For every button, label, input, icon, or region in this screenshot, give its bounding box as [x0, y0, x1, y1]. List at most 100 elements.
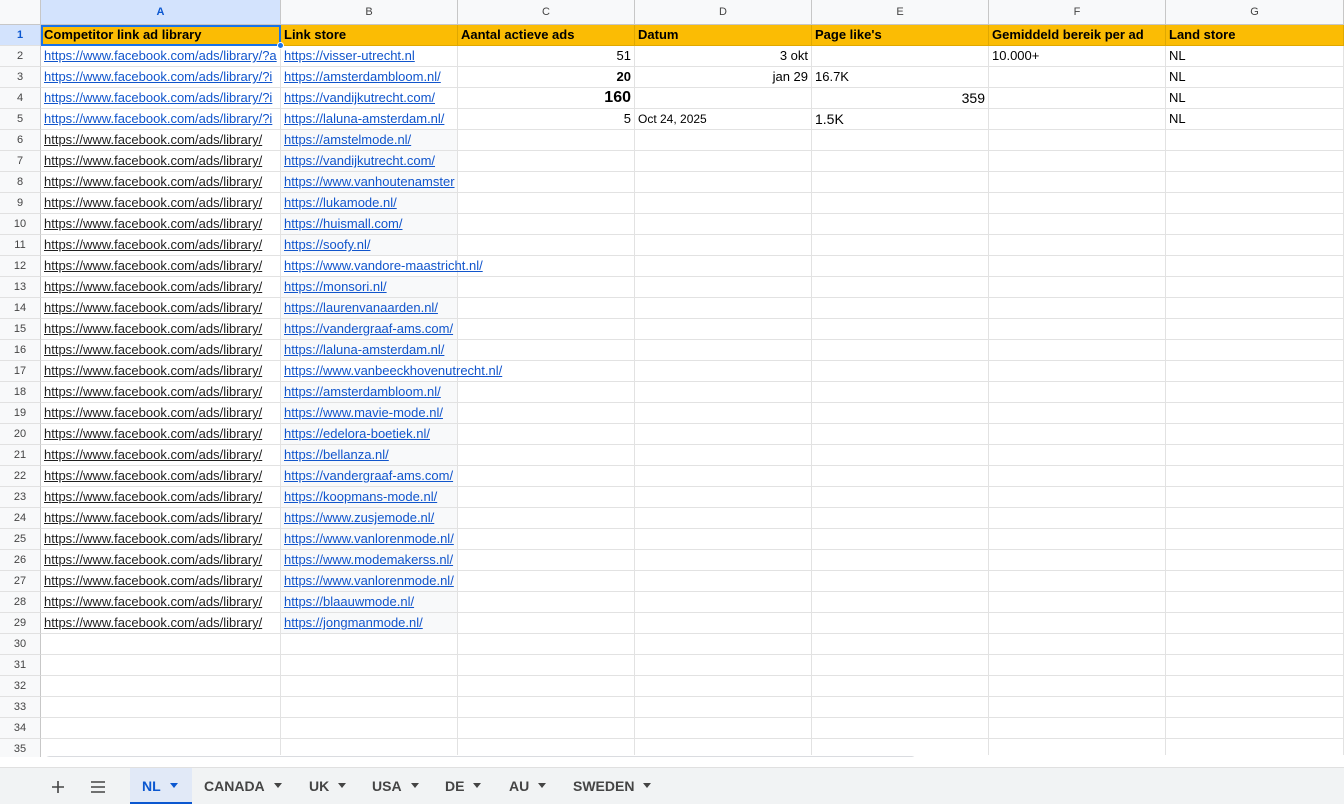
cell-store-link[interactable]: https://www.vanlorenmode.nl/	[281, 571, 458, 592]
empty-cell[interactable]	[989, 193, 1166, 214]
empty-cell[interactable]	[635, 403, 812, 424]
row-header[interactable]: 29	[0, 613, 41, 634]
row-header[interactable]: 21	[0, 445, 41, 466]
empty-cell[interactable]	[635, 151, 812, 172]
empty-cell[interactable]	[1166, 319, 1344, 340]
empty-cell[interactable]	[458, 235, 635, 256]
empty-cell[interactable]	[989, 718, 1166, 739]
cell-competitor-link[interactable]: https://www.facebook.com/ads/library/	[41, 277, 281, 298]
empty-cell[interactable]	[458, 445, 635, 466]
empty-cell[interactable]	[1166, 361, 1344, 382]
empty-cell[interactable]	[458, 151, 635, 172]
empty-cell[interactable]	[281, 718, 458, 739]
cell-land-store[interactable]: NL	[1166, 67, 1344, 88]
row-header[interactable]: 17	[0, 361, 41, 382]
empty-cell[interactable]	[458, 655, 635, 676]
column-header-b[interactable]: B	[281, 0, 458, 25]
empty-cell[interactable]	[41, 718, 281, 739]
empty-cell[interactable]	[458, 298, 635, 319]
empty-cell[interactable]	[1166, 487, 1344, 508]
row-header[interactable]: 33	[0, 697, 41, 718]
empty-cell[interactable]	[1166, 235, 1344, 256]
cell-page-likes[interactable]	[812, 46, 989, 67]
empty-cell[interactable]	[635, 298, 812, 319]
cell-store-link[interactable]: https://www.vandore-maastricht.nl/	[281, 256, 483, 277]
empty-cell[interactable]	[1166, 382, 1344, 403]
empty-cell[interactable]	[458, 676, 635, 697]
column-header-e[interactable]: E	[812, 0, 989, 25]
cell-store-link[interactable]: https://visser-utrecht.nl	[281, 46, 458, 67]
cell-active-ads[interactable]: 51	[458, 46, 635, 67]
empty-cell[interactable]	[812, 718, 989, 739]
empty-cell[interactable]	[812, 172, 989, 193]
sheet-tab-au[interactable]: AU	[497, 768, 559, 804]
empty-cell[interactable]	[989, 697, 1166, 718]
fill-handle[interactable]	[277, 42, 284, 49]
cell-competitor-link[interactable]: https://www.facebook.com/ads/library/	[41, 571, 281, 592]
cell-page-likes[interactable]: 359	[812, 88, 989, 109]
cell-competitor-link[interactable]: https://www.facebook.com/ads/library/?i	[41, 109, 281, 130]
cell-store-link[interactable]: https://soofy.nl/	[281, 235, 458, 256]
row-header[interactable]: 19	[0, 403, 41, 424]
cell-competitor-link[interactable]: https://www.facebook.com/ads/library/	[41, 151, 281, 172]
sheet-tab-usa[interactable]: USA	[360, 768, 430, 804]
empty-cell[interactable]	[458, 466, 635, 487]
cell-competitor-link[interactable]: https://www.facebook.com/ads/library/?i	[41, 67, 281, 88]
chevron-down-icon[interactable]	[273, 782, 282, 788]
empty-cell[interactable]	[989, 214, 1166, 235]
row-header[interactable]: 34	[0, 718, 41, 739]
empty-cell[interactable]	[635, 571, 812, 592]
empty-cell[interactable]	[1166, 634, 1344, 655]
empty-cell[interactable]	[281, 655, 458, 676]
empty-cell[interactable]	[1166, 697, 1344, 718]
empty-cell[interactable]	[635, 445, 812, 466]
cell-store-link[interactable]: https://vandijkutrecht.com/	[281, 151, 458, 172]
empty-cell[interactable]	[1166, 403, 1344, 424]
chevron-down-icon[interactable]	[410, 782, 419, 788]
cell-bereik[interactable]: 10.000+	[989, 46, 1166, 67]
empty-cell[interactable]	[1166, 655, 1344, 676]
empty-cell[interactable]	[635, 550, 812, 571]
empty-cell[interactable]	[812, 487, 989, 508]
empty-cell[interactable]	[458, 277, 635, 298]
sheet-tab-sweden[interactable]: SWEDEN	[561, 768, 661, 804]
empty-cell[interactable]	[812, 403, 989, 424]
empty-cell[interactable]	[812, 298, 989, 319]
header-page-likes[interactable]: Page like's	[812, 25, 989, 46]
empty-cell[interactable]	[635, 592, 812, 613]
empty-cell[interactable]	[1166, 445, 1344, 466]
empty-cell[interactable]	[458, 718, 635, 739]
cell-land-store[interactable]: NL	[1166, 109, 1344, 130]
empty-cell[interactable]	[812, 193, 989, 214]
empty-cell[interactable]	[989, 592, 1166, 613]
cell-competitor-link[interactable]: https://www.facebook.com/ads/library/	[41, 319, 281, 340]
empty-cell[interactable]	[635, 256, 812, 277]
empty-cell[interactable]	[458, 319, 635, 340]
row-header[interactable]: 5	[0, 109, 41, 130]
sheet-tab-nl[interactable]: NL	[130, 768, 192, 804]
cell-store-link[interactable]: https://vandijkutrecht.com/	[281, 88, 458, 109]
column-header-g[interactable]: G	[1166, 0, 1344, 25]
header-datum[interactable]: Datum	[635, 25, 812, 46]
empty-cell[interactable]	[989, 487, 1166, 508]
empty-cell[interactable]	[635, 340, 812, 361]
row-header[interactable]: 7	[0, 151, 41, 172]
empty-cell[interactable]	[989, 571, 1166, 592]
cell-competitor-link[interactable]: https://www.facebook.com/ads/library/	[41, 613, 281, 634]
horizontal-scrollbar-thumb[interactable]	[45, 756, 916, 757]
cell-store-link[interactable]: https://vandergraaf-ams.com/	[281, 466, 458, 487]
cell-datum[interactable]: jan 29	[635, 67, 812, 88]
empty-cell[interactable]	[812, 655, 989, 676]
cell-competitor-link[interactable]: https://www.facebook.com/ads/library/	[41, 424, 281, 445]
cell-store-link[interactable]: https://lukamode.nl/	[281, 193, 458, 214]
empty-cell[interactable]	[458, 382, 635, 403]
row-header[interactable]: 14	[0, 298, 41, 319]
cell-store-link[interactable]: https://www.vanlorenmode.nl/	[281, 529, 458, 550]
row-header[interactable]: 8	[0, 172, 41, 193]
empty-cell[interactable]	[1166, 592, 1344, 613]
empty-cell[interactable]	[989, 298, 1166, 319]
empty-cell[interactable]	[1166, 466, 1344, 487]
column-header-d[interactable]: D	[635, 0, 812, 25]
empty-cell[interactable]	[989, 235, 1166, 256]
row-header[interactable]: 6	[0, 130, 41, 151]
